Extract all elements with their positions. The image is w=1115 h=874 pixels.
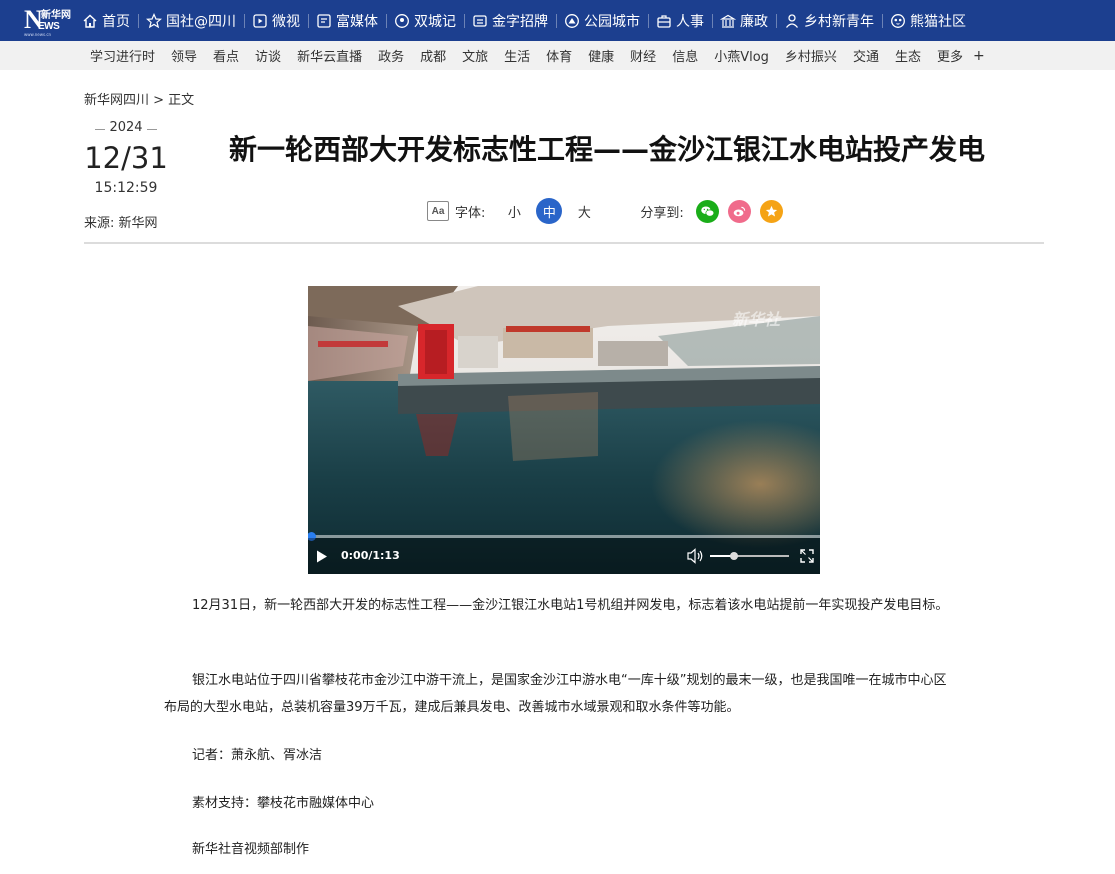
xinhuanet-logo[interactable]: N 新华网 EWS www.news.cn	[24, 6, 74, 38]
top-nav-item[interactable]: 首页	[74, 0, 138, 41]
sub-nav-item[interactable]: 成都	[412, 46, 454, 65]
logo-url: www.news.cn	[24, 32, 52, 37]
font-size-large-button[interactable]: 大	[571, 198, 597, 224]
top-nav-label: 首页	[102, 13, 130, 30]
video-time: 0:00/1:13	[341, 549, 400, 562]
font-size-small-button[interactable]: 小	[501, 198, 527, 224]
sub-nav-item[interactable]: 健康	[580, 46, 622, 65]
fullscreen-icon[interactable]	[800, 549, 814, 563]
park-icon	[564, 13, 580, 29]
top-nav-item[interactable]: 富媒体	[308, 0, 386, 41]
sub-nav-item[interactable]: 体育	[538, 46, 580, 65]
top-nav-item[interactable]: 微视	[244, 0, 308, 41]
video-watermark: 新华社	[732, 312, 781, 329]
location-icon	[394, 13, 410, 29]
breadcrumb[interactable]: 新华网四川 > 正文	[84, 89, 194, 108]
sub-nav-item[interactable]: 生活	[496, 46, 538, 65]
volume-slider-handle[interactable]	[729, 552, 738, 560]
sub-nav-item[interactable]: 交通	[845, 46, 887, 65]
article-title: 新一轮西部大开发标志性工程——金沙江银江水电站投产发电	[228, 133, 985, 166]
sub-nav-item[interactable]: 学习进行时	[82, 46, 163, 65]
top-nav-label: 微视	[272, 13, 300, 30]
building-icon	[720, 13, 736, 29]
weibo-icon[interactable]	[727, 199, 751, 223]
top-nav-item[interactable]: 双城记	[386, 0, 464, 41]
font-size-medium-button[interactable]: 中	[536, 198, 563, 224]
top-nav-label: 双城记	[414, 13, 456, 30]
date-day: 12/31	[84, 141, 168, 175]
person-icon	[784, 13, 800, 29]
sub-nav-item[interactable]: 乡村振兴	[777, 46, 845, 65]
top-nav-item[interactable]: 廉政	[712, 0, 776, 41]
sub-nav-item[interactable]: 政务	[370, 46, 412, 65]
video-controls: 0:00/1:13	[308, 538, 820, 574]
article-source: 来源: 新华网	[84, 216, 158, 231]
sub-nav-item[interactable]: 领导	[163, 46, 205, 65]
article-paragraph: 12月31日，新一轮西部大开发的标志性工程——金沙江银江水电站1号机组并网发电，…	[192, 598, 949, 613]
top-nav-item[interactable]: 国社@四川	[138, 0, 244, 41]
logo-ews: EWS	[38, 21, 60, 32]
media-icon	[316, 13, 332, 29]
date-year: 2024	[90, 120, 162, 135]
top-nav-label: 乡村新青年	[804, 13, 874, 30]
top-nav-label: 国社@四川	[166, 13, 236, 30]
volume-icon[interactable]	[687, 548, 705, 564]
sub-nav-bar: 学习进行时 领导 看点 访谈 新华云直播 政务 成都 文旅 生活 体育 健康 财经 信息 小燕Vlog 乡村…	[0, 41, 1115, 70]
article-paragraph: 银江水电站位于四川省攀枝花市金沙江中游干流上，是国家金沙江中游水电“一库十级”规…	[164, 673, 947, 715]
sub-nav-item[interactable]: 看点	[205, 46, 247, 65]
wechat-icon[interactable]	[695, 199, 719, 223]
play-icon[interactable]	[316, 550, 328, 563]
briefcase-icon	[656, 13, 672, 29]
video-player[interactable]: 新华社 0:00/1:13	[308, 286, 820, 574]
signboard-icon	[472, 13, 488, 29]
sub-nav-item[interactable]: 文旅	[454, 46, 496, 65]
logo-text: 新华网	[41, 10, 71, 21]
top-nav-item[interactable]: 熊猫社区	[882, 0, 974, 41]
sub-nav-item[interactable]: 生态	[887, 46, 929, 65]
top-nav-bar: N 新华网 EWS www.news.cn 首页 国社@四川 微视 富媒体 双城记 金字招…	[0, 0, 1115, 41]
article-tools: Aa 字体: 小 中 大 分享到:	[427, 197, 792, 225]
sub-nav-item[interactable]: 新华云直播	[289, 46, 370, 65]
font-size-icon: Aa	[427, 201, 449, 221]
qzone-icon[interactable]	[759, 199, 783, 223]
star-badge-icon	[146, 12, 162, 29]
top-nav-label: 金字招牌	[492, 13, 548, 30]
top-nav-label: 熊猫社区	[910, 13, 966, 30]
header-divider	[84, 242, 1044, 244]
article-material-support: 素材支持：攀枝花市融媒体中心	[192, 796, 375, 811]
sub-nav-item[interactable]: 信息	[664, 46, 706, 65]
top-nav-label: 人事	[676, 13, 704, 30]
top-nav-item[interactable]: 乡村新青年	[776, 0, 882, 41]
home-icon	[82, 13, 98, 29]
article-reporters: 记者：萧永航、胥冰洁	[192, 748, 323, 763]
date-time: 15:12:59	[94, 180, 158, 196]
panda-icon	[890, 13, 906, 29]
top-nav-item[interactable]: 公园城市	[556, 0, 648, 41]
top-nav-item[interactable]: 人事	[648, 0, 712, 41]
article-producer: 新华社音视频部制作	[192, 842, 310, 857]
top-nav-item[interactable]: 金字招牌	[464, 0, 556, 41]
sub-nav-items: 学习进行时 领导 看点 访谈 新华云直播 政务 成都 文旅 生活 体育 健康 财经 信息 小燕Vlog 乡村…	[82, 41, 993, 70]
sub-nav-item[interactable]: 更多	[929, 46, 971, 65]
share-label: 分享到:	[640, 205, 684, 221]
top-nav-label: 公园城市	[584, 13, 640, 30]
top-nav-label: 富媒体	[336, 13, 378, 30]
sub-nav-item[interactable]: 财经	[622, 46, 664, 65]
font-size-label: 字体:	[455, 205, 486, 221]
top-nav-label: 廉政	[740, 13, 768, 30]
sub-nav-item[interactable]: 访谈	[247, 46, 289, 65]
sub-nav-expand-button[interactable]: +	[971, 48, 993, 64]
play-square-icon	[252, 13, 268, 29]
sub-nav-item[interactable]: 小燕Vlog	[706, 46, 777, 65]
top-nav-items: 首页 国社@四川 微视 富媒体 双城记 金字招牌 公园城市 人事 廉政 乡村新青年 熊猫社区	[74, 0, 974, 41]
